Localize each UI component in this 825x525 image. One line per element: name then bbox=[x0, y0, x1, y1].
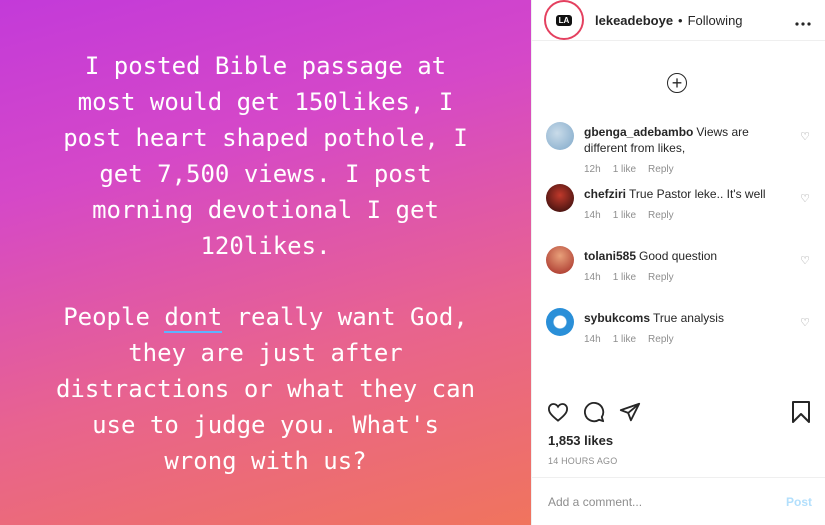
share-icon[interactable] bbox=[618, 400, 642, 424]
comment-time: 14h bbox=[584, 334, 601, 345]
comment-body: True analysis bbox=[653, 311, 724, 325]
comment-input[interactable] bbox=[546, 493, 786, 510]
comment-item: sybukcoms True analysis 14h 1 like Reply ♡ bbox=[546, 304, 816, 366]
comment-time: 14h bbox=[584, 272, 601, 283]
image-paragraph-2: People dont really want God, they are ju… bbox=[0, 299, 531, 479]
post-image[interactable]: I posted Bible passage at most would get… bbox=[0, 0, 531, 525]
avatar[interactable]: LA bbox=[546, 2, 582, 38]
heart-icon[interactable]: ♡ bbox=[800, 130, 810, 143]
post-header: LA lekeadeboye • Following bbox=[532, 0, 825, 41]
comment-meta: 14h 1 like Reply bbox=[584, 334, 816, 345]
username-link[interactable]: lekeadeboye bbox=[595, 13, 673, 28]
heart-icon[interactable]: ♡ bbox=[800, 316, 810, 329]
bookmark-icon[interactable] bbox=[789, 400, 813, 424]
reply-button[interactable]: Reply bbox=[648, 334, 674, 345]
avatar[interactable] bbox=[546, 246, 574, 274]
comment-item: tolani585 Good question 14h 1 like Reply ♡ bbox=[546, 242, 816, 304]
plus-circle-icon[interactable]: + bbox=[667, 73, 687, 93]
post-sidebar: LA lekeadeboye • Following + gbenga_adeb… bbox=[531, 0, 825, 525]
avatar[interactable] bbox=[546, 122, 574, 150]
avatar[interactable] bbox=[546, 308, 574, 336]
image-paragraph-1: I posted Bible passage at most would get… bbox=[63, 52, 468, 260]
comment-icon[interactable] bbox=[582, 400, 606, 424]
comment-body: True Pastor leke.. It's well bbox=[629, 187, 766, 201]
comment-text: sybukcoms True analysis bbox=[584, 304, 794, 326]
more-horizontal-icon[interactable] bbox=[795, 10, 811, 31]
underlined-word: dont bbox=[164, 303, 223, 333]
comment-text: tolani585 Good question bbox=[584, 242, 794, 264]
comment-likes[interactable]: 1 like bbox=[613, 164, 636, 175]
following-button[interactable]: Following bbox=[688, 13, 743, 28]
comments-list: gbenga_adebambo Views are different from … bbox=[546, 118, 816, 366]
add-comment-bar: Post bbox=[532, 477, 825, 525]
reply-button[interactable]: Reply bbox=[648, 272, 674, 283]
comment-text: chefziri True Pastor leke.. It's well bbox=[584, 180, 794, 202]
action-bar bbox=[546, 400, 642, 424]
p2-before: People bbox=[63, 303, 165, 331]
comment-text: gbenga_adebambo Views are different from … bbox=[584, 118, 794, 156]
comment-username[interactable]: gbenga_adebambo bbox=[584, 125, 693, 139]
image-text: I posted Bible passage at most would get… bbox=[0, 48, 531, 479]
heart-icon[interactable]: ♡ bbox=[800, 254, 810, 267]
comment-likes[interactable]: 1 like bbox=[613, 210, 636, 221]
post-timestamp[interactable]: 14 HOURS AGO bbox=[548, 456, 617, 466]
avatar-initials: LA bbox=[555, 14, 573, 26]
comment-item: gbenga_adebambo Views are different from … bbox=[546, 118, 816, 180]
comment-time: 12h bbox=[584, 164, 601, 175]
comment-username[interactable]: sybukcoms bbox=[584, 311, 650, 325]
comment-likes[interactable]: 1 like bbox=[613, 272, 636, 283]
likes-count[interactable]: 1,853 likes bbox=[548, 433, 613, 448]
comment-meta: 14h 1 like Reply bbox=[584, 210, 816, 221]
reply-button[interactable]: Reply bbox=[648, 164, 674, 175]
reply-button[interactable]: Reply bbox=[648, 210, 674, 221]
post-comment-button[interactable]: Post bbox=[786, 495, 812, 509]
comment-meta: 12h 1 like Reply bbox=[584, 164, 816, 175]
comment-username[interactable]: chefziri bbox=[584, 187, 626, 201]
comment-body: Good question bbox=[639, 249, 718, 263]
comment-meta: 14h 1 like Reply bbox=[584, 272, 816, 283]
instagram-post: I posted Bible passage at most would get… bbox=[0, 0, 825, 525]
comment-likes[interactable]: 1 like bbox=[613, 334, 636, 345]
heart-icon[interactable] bbox=[546, 400, 570, 424]
comment-time: 14h bbox=[584, 210, 601, 221]
comment-username[interactable]: tolani585 bbox=[584, 249, 636, 263]
separator-dot: • bbox=[678, 12, 683, 28]
avatar[interactable] bbox=[546, 184, 574, 212]
comment-item: chefziri True Pastor leke.. It's well 14h… bbox=[546, 180, 816, 242]
heart-icon[interactable]: ♡ bbox=[800, 192, 810, 205]
